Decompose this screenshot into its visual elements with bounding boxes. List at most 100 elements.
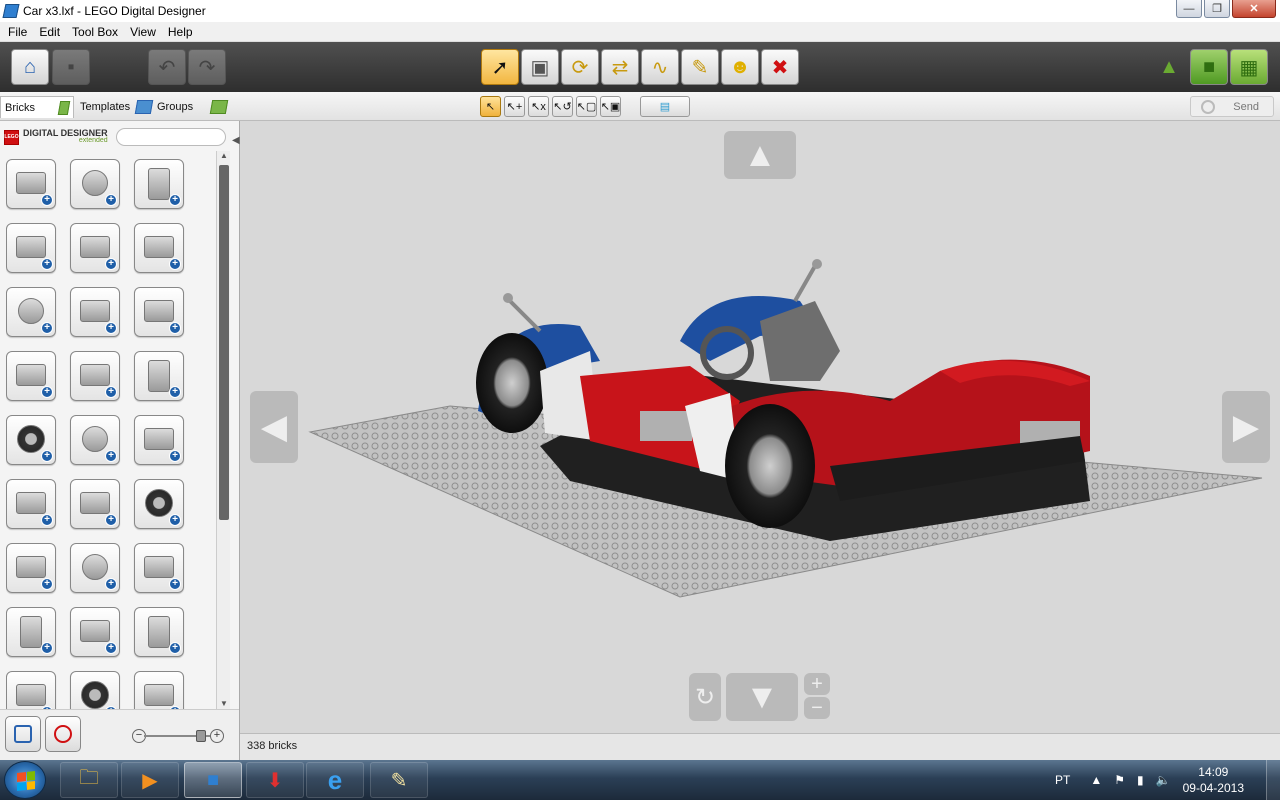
view-mode-button[interactable]: ■ — [1190, 49, 1228, 85]
brick-tile-brick-curved[interactable]: + — [6, 287, 56, 337]
zoom-thumb[interactable] — [196, 730, 206, 742]
taskbar-media-player[interactable]: ▶ — [121, 762, 179, 798]
add-variant-icon[interactable]: + — [41, 578, 53, 590]
select-color-button[interactable]: ↖▢ — [576, 96, 597, 117]
tab-templates[interactable]: Templates — [80, 96, 154, 118]
undo-button[interactable]: ↶ — [148, 49, 186, 85]
brick-tile-brick-1x4[interactable]: + — [6, 223, 56, 273]
zoom-in-button[interactable]: + — [804, 673, 830, 695]
brick-tile-bracket[interactable]: + — [6, 671, 56, 709]
brick-tile-plate-2x2[interactable]: + — [70, 287, 120, 337]
close-button[interactable]: ✕ — [1232, 0, 1276, 18]
menu-file[interactable]: File — [2, 25, 33, 39]
home-button[interactable]: ⌂ — [11, 49, 49, 85]
add-variant-icon[interactable]: + — [105, 642, 117, 654]
add-variant-icon[interactable]: + — [105, 578, 117, 590]
brick-tile-brick-slope[interactable]: + — [70, 223, 120, 273]
show-desktop-button[interactable] — [1266, 760, 1280, 800]
add-variant-icon[interactable]: + — [41, 194, 53, 206]
clone-tool-button[interactable]: ▣ — [521, 49, 559, 85]
camera-down-button[interactable]: ▼ — [726, 673, 798, 721]
taskbar-paint[interactable]: ✎ — [370, 762, 428, 798]
start-button[interactable] — [4, 761, 46, 799]
brick-tile-frame[interactable]: + — [134, 607, 184, 657]
build-mode-button[interactable]: ▲ — [1150, 49, 1188, 85]
brick-tile-technic-beam-5[interactable]: + — [6, 479, 56, 529]
invert-selection-button[interactable]: ▤ — [640, 96, 690, 117]
minimize-button[interactable]: — — [1176, 0, 1202, 18]
add-variant-icon[interactable]: + — [41, 322, 53, 334]
taskbar-lego-designer[interactable]: ■ — [184, 762, 242, 798]
brick-tile-brick-technic-pin[interactable]: + — [134, 159, 184, 209]
brick-tile-wheel-tire[interactable]: + — [6, 415, 56, 465]
save-button[interactable]: ▪ — [52, 49, 90, 85]
model-scene[interactable] — [240, 121, 1280, 733]
add-variant-icon[interactable]: + — [169, 450, 181, 462]
menu-help[interactable]: Help — [162, 25, 199, 39]
add-variant-icon[interactable]: + — [41, 514, 53, 526]
palette-view-button[interactable] — [5, 716, 41, 752]
add-variant-icon[interactable]: + — [105, 514, 117, 526]
add-variant-icon[interactable]: + — [105, 322, 117, 334]
3d-viewport[interactable]: ▲ ▼ ◀ ▶ ↻ + − — [240, 121, 1280, 733]
brick-search-input[interactable] — [116, 128, 226, 146]
select-connected-button[interactable]: ↖↺ — [552, 96, 573, 117]
add-variant-icon[interactable]: + — [105, 194, 117, 206]
action-center-icon[interactable]: ⚑ — [1114, 773, 1125, 787]
add-variant-icon[interactable]: + — [41, 258, 53, 270]
language-indicator[interactable]: PT — [1055, 773, 1070, 787]
building-guide-button[interactable]: ▦ — [1230, 49, 1268, 85]
hinge-tool-button[interactable]: ⟳ — [561, 49, 599, 85]
add-variant-icon[interactable]: + — [41, 386, 53, 398]
brick-tile-tile-slope[interactable]: + — [134, 543, 184, 593]
brick-tile-brick-slope-long[interactable]: + — [134, 223, 184, 273]
network-icon[interactable]: ▮ — [1137, 773, 1144, 787]
brick-tile-angled-plate[interactable]: + — [70, 607, 120, 657]
brick-tile-plate-wedge[interactable]: + — [134, 287, 184, 337]
select-tool-button[interactable]: ➚ — [481, 49, 519, 85]
add-variant-icon[interactable]: + — [169, 194, 181, 206]
brick-tile-curved-panel[interactable]: + — [6, 543, 56, 593]
menu-edit[interactable]: Edit — [33, 25, 66, 39]
brick-tile-cylinder[interactable]: + — [70, 543, 120, 593]
taskbar-downloader[interactable]: ⬇ — [246, 762, 304, 798]
palette-zoom-slider[interactable]: − + — [132, 729, 224, 743]
redo-button[interactable]: ↷ — [188, 49, 226, 85]
taskbar-explorer[interactable]: 🗀 — [60, 762, 118, 798]
camera-right-button[interactable]: ▶ — [1222, 391, 1270, 463]
brick-tile-ship-wheel[interactable]: + — [70, 671, 120, 709]
add-variant-icon[interactable]: + — [105, 386, 117, 398]
paint-tool-button[interactable]: ✎ — [681, 49, 719, 85]
brick-tile-plate-special[interactable]: + — [6, 351, 56, 401]
zoom-in-icon[interactable]: + — [210, 729, 224, 743]
color-palette-button[interactable] — [45, 716, 81, 752]
send-button[interactable]: Send — [1190, 96, 1274, 117]
add-variant-icon[interactable]: + — [169, 642, 181, 654]
brick-tile-plate-curved[interactable]: + — [70, 351, 120, 401]
hinge-align-tool-button[interactable]: ⇄ — [601, 49, 639, 85]
brick-tile-brick-round-corner[interactable]: + — [70, 159, 120, 209]
volume-icon[interactable]: 🔈 — [1156, 773, 1171, 787]
deselect-button[interactable]: ↖x — [528, 96, 549, 117]
single-select-button[interactable]: ↖ — [480, 96, 501, 117]
brick-tile-technic-axle[interactable]: + — [70, 479, 120, 529]
brick-tile-technic-beam-3[interactable]: + — [134, 415, 184, 465]
tab-bricks[interactable]: Bricks — [0, 96, 74, 118]
menu-toolbox[interactable]: Tool Box — [66, 25, 124, 39]
brick-tile-brick-2x3[interactable]: + — [6, 159, 56, 209]
camera-left-button[interactable]: ◀ — [250, 391, 298, 463]
select-shape-button[interactable]: ↖▣ — [600, 96, 621, 117]
add-variant-icon[interactable]: + — [41, 450, 53, 462]
camera-up-button[interactable]: ▲ — [724, 131, 796, 179]
brick-tile-tool-wrench[interactable]: + — [6, 607, 56, 657]
scroll-up-icon[interactable]: ▲ — [217, 151, 231, 163]
add-variant-icon[interactable]: + — [169, 514, 181, 526]
palette-scrollbar[interactable]: ▲ ▼ — [216, 151, 230, 711]
brick-tile-rail[interactable]: + — [134, 671, 184, 709]
show-hidden-icons-icon[interactable]: ▲ — [1090, 773, 1102, 787]
add-variant-icon[interactable]: + — [105, 258, 117, 270]
zoom-out-button[interactable]: − — [804, 697, 830, 719]
clock[interactable]: 14:09 09-04-2013 — [1183, 764, 1244, 796]
flex-tool-button[interactable]: ∿ — [641, 49, 679, 85]
brick-tile-rim[interactable]: + — [70, 415, 120, 465]
